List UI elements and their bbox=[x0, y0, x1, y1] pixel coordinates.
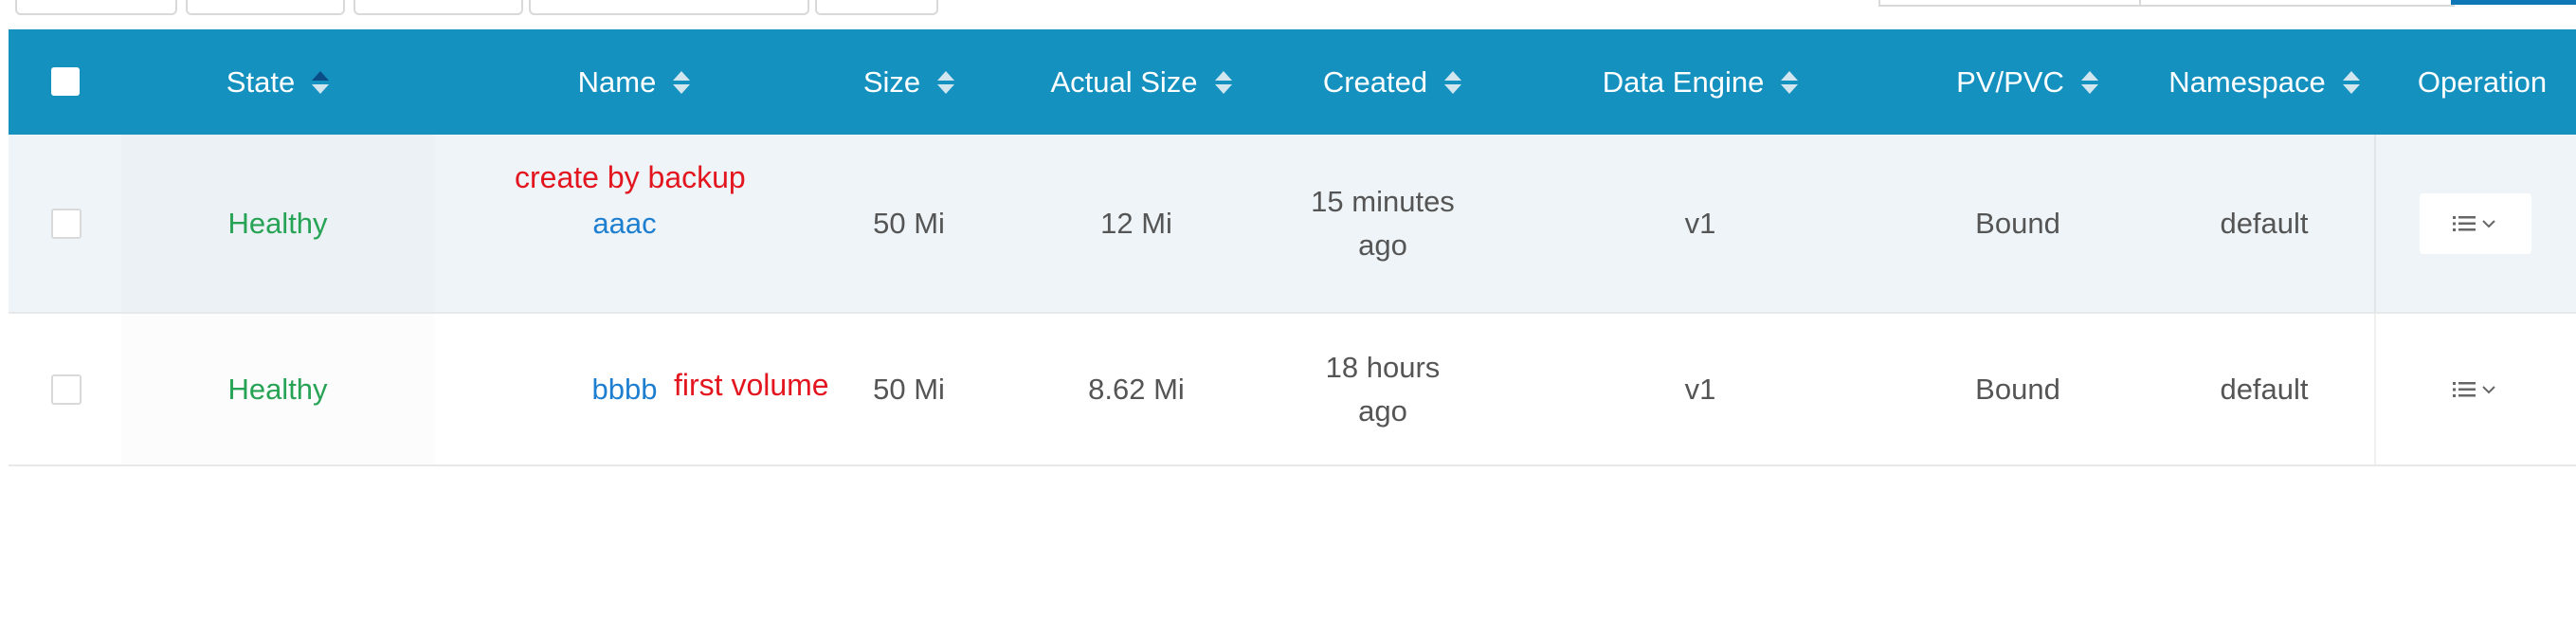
created-text: 18 hours bbox=[1325, 350, 1441, 384]
column-header-actual-size[interactable]: Actual Size bbox=[1013, 29, 1269, 135]
row-checkbox[interactable] bbox=[51, 208, 82, 239]
size-cell: 50 Mi bbox=[873, 206, 945, 240]
sort-icon[interactable] bbox=[937, 70, 955, 94]
column-header-data-engine[interactable]: Data Engine bbox=[1544, 29, 1857, 135]
sort-icon[interactable] bbox=[1781, 70, 1799, 94]
pv-pvc-cell: Bound bbox=[1975, 206, 2060, 240]
data-engine-cell: v1 bbox=[1684, 206, 1716, 240]
column-header-operation: Operation bbox=[2387, 29, 2576, 135]
created-text: 15 minutes bbox=[1311, 184, 1455, 218]
search-input[interactable] bbox=[2139, 0, 2455, 7]
sort-icon[interactable] bbox=[673, 70, 691, 94]
toolbar-button-5[interactable] bbox=[815, 0, 938, 15]
column-title-pv-pvc: PV/PVC bbox=[1956, 64, 2064, 99]
actual-size-cell: 8.62 Mi bbox=[1088, 372, 1185, 406]
sort-icon[interactable] bbox=[1444, 70, 1462, 94]
list-dropdown-icon bbox=[2452, 381, 2495, 397]
select-all-checkbox[interactable] bbox=[51, 67, 80, 96]
search-button[interactable] bbox=[2451, 0, 2576, 5]
created-text: ago bbox=[1358, 228, 1407, 262]
sort-icon[interactable] bbox=[2080, 70, 2098, 94]
operation-menu-button[interactable] bbox=[2419, 192, 2531, 254]
column-header-namespace[interactable]: Namespace bbox=[2150, 29, 2378, 135]
state-cell: Healthy bbox=[227, 372, 328, 406]
data-engine-cell: v1 bbox=[1684, 372, 1716, 406]
volume-table: State Name Size Actual Size Created Data… bbox=[9, 29, 2576, 466]
column-header-name[interactable]: Name bbox=[511, 29, 757, 135]
table-header: State Name Size Actual Size Created Data… bbox=[9, 29, 2576, 135]
size-cell: 50 Mi bbox=[873, 372, 945, 406]
toolbar-button-1[interactable] bbox=[15, 0, 177, 15]
volume-name-link[interactable]: bbbb bbox=[592, 373, 658, 407]
created-cell: 15 minutes ago bbox=[1269, 135, 1497, 312]
actual-size-cell: 12 Mi bbox=[1100, 206, 1172, 240]
created-cell: 18 hours ago bbox=[1269, 314, 1497, 464]
namespace-cell: default bbox=[2220, 372, 2309, 406]
column-title-state: State bbox=[226, 64, 296, 99]
toolbar-button-4[interactable] bbox=[529, 0, 809, 15]
column-header-created[interactable]: Created bbox=[1269, 29, 1515, 135]
column-header-state[interactable]: State bbox=[121, 29, 434, 135]
namespace-cell: default bbox=[2220, 206, 2309, 240]
annotation-label: first volume bbox=[674, 368, 829, 402]
column-title-namespace: Namespace bbox=[2168, 64, 2326, 99]
column-title-actual-size: Actual Size bbox=[1050, 64, 1198, 99]
column-title-created: Created bbox=[1322, 64, 1428, 99]
operation-menu-button[interactable] bbox=[2420, 359, 2531, 420]
column-header-size[interactable]: Size bbox=[824, 29, 994, 135]
pv-pvc-cell: Bound bbox=[1975, 372, 2060, 406]
toolbar-button-3[interactable] bbox=[354, 0, 523, 15]
table-row[interactable]: Healthy bbbb first volume 50 Mi 8.62 Mi … bbox=[9, 314, 2576, 466]
search-field-select[interactable] bbox=[1878, 0, 2143, 7]
column-header-pv-pvc[interactable]: PV/PVC bbox=[1904, 29, 2150, 135]
column-title-data-engine: Data Engine bbox=[1602, 64, 1765, 99]
column-title-size: Size bbox=[862, 64, 921, 99]
list-dropdown-icon bbox=[2452, 215, 2495, 231]
volume-name-link[interactable]: aaac bbox=[592, 207, 656, 241]
sort-icon[interactable] bbox=[1214, 70, 1232, 94]
sort-icon[interactable] bbox=[312, 70, 330, 94]
row-checkbox[interactable] bbox=[51, 373, 82, 405]
column-title-operation: Operation bbox=[2417, 64, 2548, 99]
column-title-name: Name bbox=[577, 64, 657, 99]
state-cell: Healthy bbox=[227, 206, 328, 240]
table-row[interactable]: Healthy create by backup aaac 50 Mi 12 M… bbox=[9, 135, 2576, 314]
toolbar-button-2[interactable] bbox=[186, 0, 345, 15]
created-text: ago bbox=[1358, 393, 1407, 428]
sort-icon[interactable] bbox=[2342, 70, 2360, 94]
